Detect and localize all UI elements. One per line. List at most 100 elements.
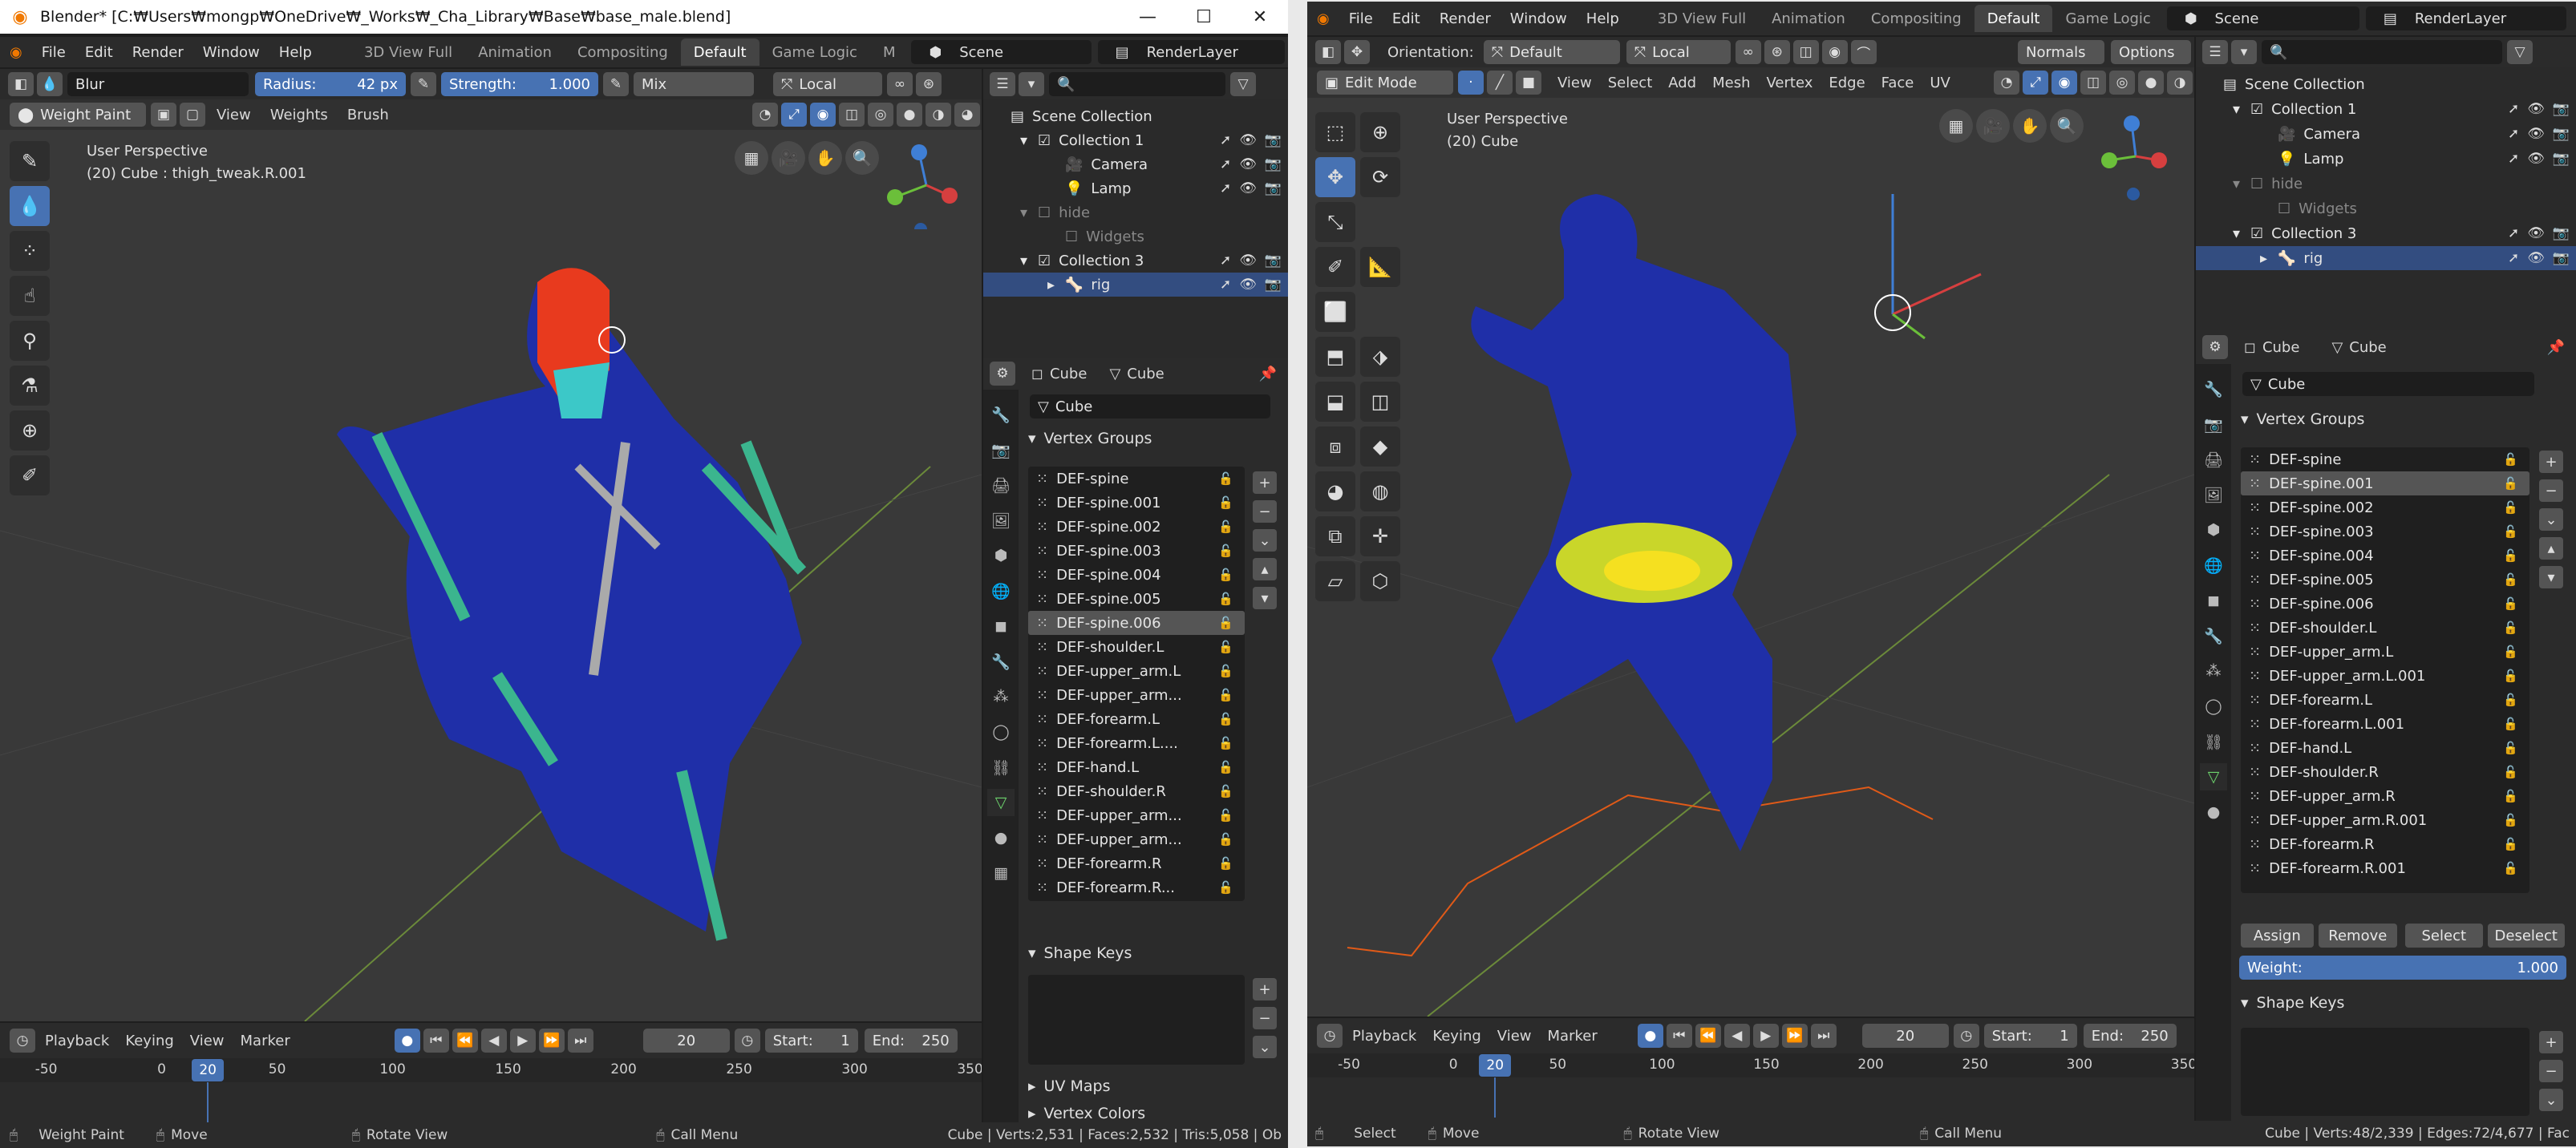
mode-selector[interactable]: ⬤ Weight Paint xyxy=(10,103,146,127)
jump-keyframe-back-button[interactable]: ⏪ xyxy=(452,1029,478,1053)
move-up-button[interactable]: ▴ xyxy=(1253,558,1277,580)
proportional-edit-icon[interactable]: ◉ xyxy=(1821,40,1848,64)
menu-uv[interactable]: UV xyxy=(1930,75,1950,91)
shading-solid-icon[interactable]: ● xyxy=(897,103,922,127)
camera-render-icon[interactable]: 📷 xyxy=(1265,253,1282,269)
start-frame-field[interactable]: Start: 1 xyxy=(764,1029,858,1053)
blender-menu-icon[interactable]: ◉ xyxy=(1317,10,1330,27)
shape-key-specials-button[interactable]: ⌄ xyxy=(1253,1036,1277,1058)
orientation-dropdown[interactable]: ⤧ Local xyxy=(773,72,882,96)
lock-icon[interactable]: 🔓 xyxy=(1218,592,1233,606)
tab-animation[interactable]: Animation xyxy=(465,38,565,66)
lock-icon[interactable]: 🔓 xyxy=(2503,861,2518,875)
play-reverse-button[interactable]: ◀ xyxy=(480,1029,507,1053)
data-tab-icon[interactable]: ▽ xyxy=(2200,763,2227,790)
play-button[interactable]: ▶ xyxy=(1752,1024,1779,1048)
start-frame-field[interactable]: Start: 1 xyxy=(1983,1024,2077,1048)
knife-tool-icon[interactable]: ◫ xyxy=(1360,382,1400,422)
lock-icon[interactable]: 🔓 xyxy=(1218,856,1233,871)
material-tab-icon[interactable]: ● xyxy=(2200,798,2227,826)
preview-range-icon[interactable]: ◷ xyxy=(1953,1024,1979,1048)
eye-icon[interactable]: 👁 xyxy=(2527,250,2545,266)
select-arrow-icon[interactable]: ➚ xyxy=(2508,151,2519,167)
outliner-row-scene-collection[interactable]: ▤ Scene Collection xyxy=(2196,72,2576,96)
eye-icon[interactable]: 👁 xyxy=(1239,253,1257,269)
menu-marker[interactable]: Marker xyxy=(1548,1028,1598,1045)
scene-selector[interactable]: ⬢ Scene xyxy=(911,40,1092,64)
normals-dropdown[interactable]: Normals xyxy=(2018,40,2104,64)
material-tab-icon[interactable]: ● xyxy=(987,824,1015,851)
vertex-group-row[interactable]: ⁙ DEF-spine.006 🔓 xyxy=(2241,592,2529,616)
render-layer-selector[interactable]: ▤ RenderLayer xyxy=(1097,40,1285,64)
vertex-group-row[interactable]: ⁙ DEF-upper_arm... 🔓 xyxy=(1028,827,1245,851)
outliner-row-collection-1[interactable]: ▾ ☑ Collection 1 ➚ 👁 📷 xyxy=(983,128,1288,152)
y-axis-icon[interactable] xyxy=(2101,152,2117,168)
vertex-mask-icon[interactable]: ▢ xyxy=(180,103,205,127)
outliner-row-widgets[interactable]: ☐ Widgets xyxy=(2196,196,2576,220)
face-mask-icon[interactable]: ▣ xyxy=(151,103,176,127)
menu-render[interactable]: Render xyxy=(1440,10,1491,27)
menu-keying[interactable]: Keying xyxy=(1432,1028,1480,1045)
tool-tab-icon[interactable]: 🔧 xyxy=(987,401,1015,428)
lock-icon[interactable]: 🔓 xyxy=(2503,669,2518,683)
expand-arrow-icon[interactable]: ▾ xyxy=(1020,253,1038,269)
expand-arrow-icon[interactable]: ▾ xyxy=(2233,176,2250,192)
remove-group-button[interactable]: − xyxy=(2539,479,2563,502)
outliner-row-hide[interactable]: ▾ ☐ hide xyxy=(983,200,1288,224)
pin-icon[interactable]: 📌 xyxy=(2547,339,2565,356)
shrink-tool-icon[interactable]: ✛ xyxy=(1360,516,1400,556)
eye-icon[interactable]: 👁 xyxy=(1239,180,1257,196)
filter-icon[interactable]: ▽ xyxy=(1230,72,1256,96)
pressure-strength-icon[interactable]: ✎ xyxy=(603,72,629,96)
lock-icon[interactable]: 🔓 xyxy=(2503,524,2518,539)
physics-tab-icon[interactable]: ◯ xyxy=(2200,693,2227,720)
outliner-editor-icon[interactable]: ☰ xyxy=(2202,40,2228,64)
expand-arrow-icon[interactable]: ▾ xyxy=(2233,225,2250,242)
camera-render-icon[interactable]: 📷 xyxy=(2553,225,2570,241)
lock-icon[interactable]: 🔓 xyxy=(1218,712,1233,726)
expand-arrow-icon[interactable]: ▸ xyxy=(1047,277,1065,293)
render-tab-icon[interactable]: 📷 xyxy=(2200,410,2227,438)
constraints-tab-icon[interactable]: ⛓ xyxy=(2200,728,2227,755)
eye-icon[interactable]: 👁 xyxy=(1239,156,1257,172)
navigation-gizmo[interactable] xyxy=(2092,112,2180,200)
lock-icon[interactable]: 🔓 xyxy=(1218,808,1233,823)
tab-3d-view-full[interactable]: 3D View Full xyxy=(351,38,465,66)
camera-render-icon[interactable]: 📷 xyxy=(2553,126,2570,142)
lock-icon[interactable]: 🔓 xyxy=(1218,760,1233,774)
eye-icon[interactable]: 👁 xyxy=(2527,225,2545,241)
shape-keys-panel-header[interactable]: ▾ Shape Keys xyxy=(2241,994,2344,1012)
outliner-row-lamp[interactable]: 💡 Lamp ➚ 👁 📷 xyxy=(983,176,1288,200)
zoom-view-icon[interactable]: 🔍 xyxy=(2050,109,2084,143)
menu-add[interactable]: Add xyxy=(1668,75,1696,91)
options-dropdown[interactable]: Options xyxy=(2111,40,2191,64)
lock-icon[interactable]: 🔓 xyxy=(2503,741,2518,755)
average-tool-icon[interactable]: ⁘ xyxy=(10,231,50,271)
z-axis-icon[interactable] xyxy=(2124,115,2140,131)
gradient-tool-icon[interactable]: ⚲ xyxy=(10,321,50,361)
neg-z-axis-icon[interactable] xyxy=(2127,188,2140,200)
add-group-button[interactable]: + xyxy=(1253,471,1277,494)
vertex-group-row[interactable]: ⁙ DEF-forearm.R... 🔓 xyxy=(1028,875,1245,899)
outliner-row-scene-collection[interactable]: ▤ Scene Collection xyxy=(983,104,1288,128)
tab-default[interactable]: Default xyxy=(680,38,759,66)
vertex-select-icon[interactable]: · xyxy=(1458,71,1484,95)
extrude-tool-icon[interactable]: ⬒ xyxy=(1315,337,1355,377)
scene-selector[interactable]: ⬢ Scene xyxy=(2166,6,2359,30)
shading-wireframe-icon[interactable]: ◎ xyxy=(2109,71,2135,95)
scale-tool-icon[interactable]: ⤡ xyxy=(1315,202,1355,242)
select-arrow-icon[interactable]: ➚ xyxy=(1220,156,1231,172)
sample-weight-tool-icon[interactable]: ⚗ xyxy=(10,366,50,406)
vertex-group-row[interactable]: ⁙ DEF-spine 🔓 xyxy=(1028,467,1245,491)
transform-icon[interactable]: ✥ xyxy=(1344,40,1370,64)
spin-tool-icon[interactable]: ◕ xyxy=(1315,471,1355,511)
menu-help[interactable]: Help xyxy=(1586,10,1619,27)
camera-render-icon[interactable]: 📷 xyxy=(1265,156,1282,172)
constraints-tab-icon[interactable]: ⛓ xyxy=(987,754,1015,781)
pressure-radius-icon[interactable]: ✎ xyxy=(411,72,436,96)
select-arrow-icon[interactable]: ➚ xyxy=(1220,132,1231,148)
poly-build-tool-icon[interactable]: ◆ xyxy=(1360,426,1400,467)
play-button[interactable]: ▶ xyxy=(509,1029,536,1053)
scene-tab-icon[interactable]: ⬢ xyxy=(987,542,1015,569)
vertex-group-row[interactable]: ⁙ DEF-spine.002 🔓 xyxy=(1028,515,1245,539)
